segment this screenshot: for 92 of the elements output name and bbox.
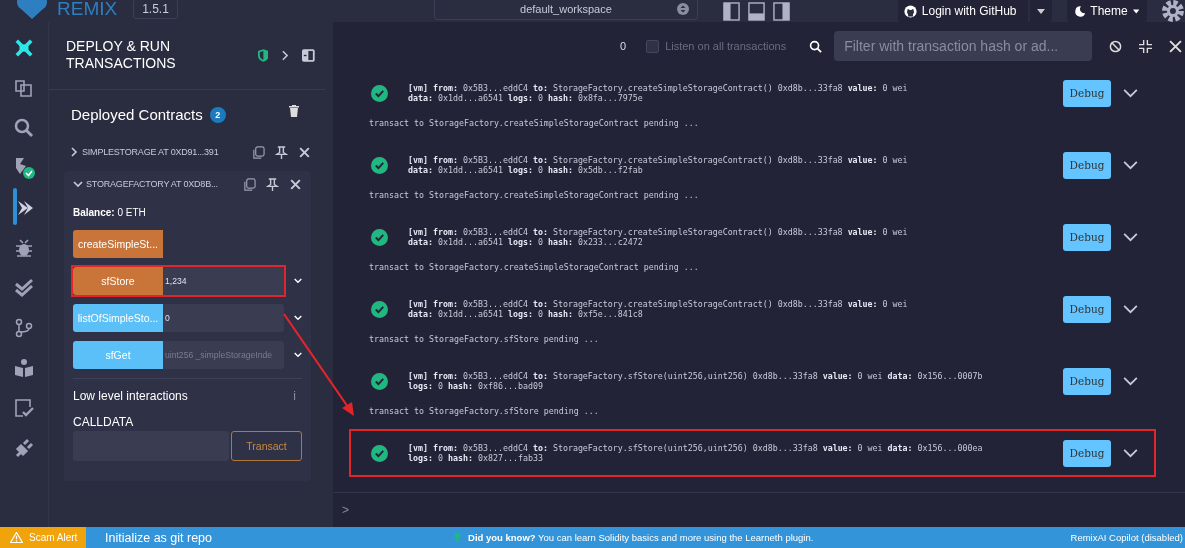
clear-icon[interactable]	[1109, 39, 1123, 53]
theme-button[interactable]: Theme	[1067, 0, 1148, 22]
pending-message: transact to StorageFactory.sfStore pending ...	[369, 405, 600, 417]
function-button[interactable]: createSimpleSt...	[73, 230, 163, 258]
chevron-icon[interactable]	[73, 179, 83, 189]
close-icon[interactable]	[1169, 39, 1183, 53]
transact-button[interactable]: Transact	[231, 431, 302, 461]
transaction-log: [vm] from: 0x5B3...eddC4 to: StorageFactory.createSimpleStorageContract() 0xd8b...33fa8 value: 0 wei data: 0x1dd...a6541 logs: 0 hash: 0x5db...f2fab	[408, 155, 909, 175]
layout-icon[interactable]	[722, 1, 740, 21]
debug-button[interactable]: Debug	[1063, 439, 1111, 467]
book-reader-icon[interactable]	[14, 357, 34, 378]
pin-icon[interactable]	[266, 177, 279, 191]
debug-button[interactable]: Debug	[1063, 223, 1111, 251]
plug-icon[interactable]	[14, 437, 34, 458]
chevron-right-icon[interactable]	[282, 49, 290, 61]
close-icon[interactable]	[289, 177, 302, 191]
section-title: Deployed Contracts	[71, 106, 203, 123]
chevron-down-icon[interactable]	[1123, 232, 1138, 242]
dock-panel-icon[interactable]	[302, 48, 315, 62]
github-icon	[903, 4, 917, 18]
caret-icon	[1132, 8, 1140, 14]
argument-field[interactable]: 0	[163, 304, 284, 332]
debug-button[interactable]: Debug	[1063, 151, 1111, 179]
success-icon	[371, 156, 388, 174]
login-button[interactable]: Login with GitHub	[897, 0, 1053, 22]
settings-icon[interactable]	[1161, 0, 1185, 23]
selected-indicator	[13, 188, 17, 225]
transaction-log: [vm] from: 0x5B3...eddC4 to: StorageFactory.createSimpleStorageContract() 0xd8b...33fa8 value: 0 wei data: 0x1dd...a6541 logs: 0 hash: 0xf5e...841c8	[408, 299, 909, 319]
version-badge: 1.5.1	[133, 0, 178, 19]
balance-text: Balance: 0 ETH	[73, 206, 147, 220]
debug-button[interactable]: Debug	[1063, 295, 1111, 323]
success-icon	[371, 300, 388, 318]
layout-icon[interactable]	[747, 1, 765, 21]
chevron-icon[interactable]	[69, 147, 79, 157]
panel-title: DEPLOY & RUN TRANSACTIONS	[66, 38, 177, 72]
verify-icon[interactable]	[14, 397, 34, 418]
copy-icon[interactable]	[243, 177, 256, 191]
pending-message: transact to StorageFactory.createSimpleStorageContract pending ...	[369, 189, 700, 201]
info-icon[interactable]: i	[293, 389, 296, 403]
shield-icon	[257, 48, 269, 62]
git-branch-icon[interactable]	[14, 317, 34, 338]
lightbulb-icon	[454, 532, 461, 543]
section-title: Low level interactions	[73, 389, 188, 403]
success-icon	[371, 228, 388, 246]
transaction-log: [vm] from: 0x5B3...eddC4 to: StorageFactory.createSimpleStorageContract() 0xd8b...33fa8 value: 0 wei data: 0x1dd...a6541 logs: 0 hash: 0x8fa...7975e	[408, 83, 909, 103]
double-check-icon[interactable]	[14, 277, 34, 298]
bug-icon[interactable]	[14, 237, 34, 258]
function-button[interactable]: sfStore	[73, 267, 163, 295]
transaction-log: [vm] from: 0x5B3...eddC4 to: StorageFactory.createSimpleStorageContract() 0xd8b...33fa8 value: 0 wei data: 0x1dd...a6541 logs: 0 hash: 0x233...c2472	[408, 227, 909, 247]
listen-checkbox[interactable]	[646, 39, 660, 53]
chevron-down-icon[interactable]	[1123, 160, 1138, 170]
field-label: CALLDATA	[73, 415, 135, 429]
debug-button[interactable]: Debug	[1063, 79, 1111, 107]
moon-icon	[1075, 5, 1086, 17]
chevron-down-icon[interactable]	[1123, 304, 1138, 314]
chevron-down-icon[interactable]	[1123, 448, 1138, 458]
copy-icon[interactable]	[252, 145, 265, 159]
pending-message: transact to StorageFactory.createSimpleStorageContract pending ...	[369, 117, 700, 129]
search-icon	[809, 39, 823, 53]
pending-message: transact to StorageFactory.createSimpleStorageContract pending ...	[369, 261, 700, 273]
chevron-down-icon[interactable]	[1123, 88, 1138, 98]
transaction-count: 0	[620, 40, 627, 52]
trash-icon[interactable]	[289, 104, 299, 117]
success-icon	[371, 444, 388, 462]
transaction-log: [vm] from: 0x5B3...eddC4 to: StorageFactory.sfStore(uint256,uint256) 0xd8b...33fa8 value: 0 wei data: 0x156...0007b logs: 0 hash: 0xf86...bad09	[408, 371, 984, 391]
layout-icon[interactable]	[772, 1, 790, 21]
chevron-down-icon[interactable]	[1123, 376, 1138, 386]
pin-icon[interactable]	[275, 145, 288, 159]
caret-icon[interactable]	[1037, 8, 1046, 14]
ai-icon[interactable]	[15, 38, 33, 57]
filter-field[interactable]: Filter with transaction hash or ad...	[834, 31, 1093, 61]
workspace-select[interactable]: default_workspace	[434, 0, 698, 20]
checkbox-label: Listen on all transactions	[665, 40, 787, 52]
argument-field[interactable]: 1,234	[163, 267, 284, 295]
success-icon	[371, 84, 388, 102]
count-badge: 2	[209, 106, 226, 123]
argument-field[interactable]: uint256 _simpleStorageInde	[163, 341, 284, 369]
updown-icon	[676, 3, 689, 15]
search-icon[interactable]	[14, 117, 34, 138]
prompt-text: >	[342, 503, 349, 517]
warning-icon	[10, 532, 23, 543]
app-name: REMIX	[57, 0, 118, 20]
tip-text: Did you know? You can learn Solidity basics and more using the Learneth plugin.	[468, 532, 814, 543]
contract-name[interactable]: STORAGEFACTORY AT 0XD8B...	[86, 179, 218, 189]
success-icon	[371, 372, 388, 390]
close-icon[interactable]	[298, 145, 311, 159]
contract-name[interactable]: SIMPLESTORAGE AT 0XD91...391	[82, 147, 219, 157]
debug-button[interactable]: Debug	[1063, 367, 1111, 395]
collapse-icon[interactable]	[1139, 39, 1153, 53]
pending-message: transact to StorageFactory.sfStore pending ...	[369, 333, 600, 345]
transaction-log: [vm] from: 0x5B3...eddC4 to: StorageFactory.sfStore(uint256,uint256) 0xd8b...33fa8 value: 0 wei data: 0x156...000ea logs: 0 hash: 0x827...fab33	[408, 443, 984, 463]
files-icon[interactable]	[14, 77, 34, 98]
